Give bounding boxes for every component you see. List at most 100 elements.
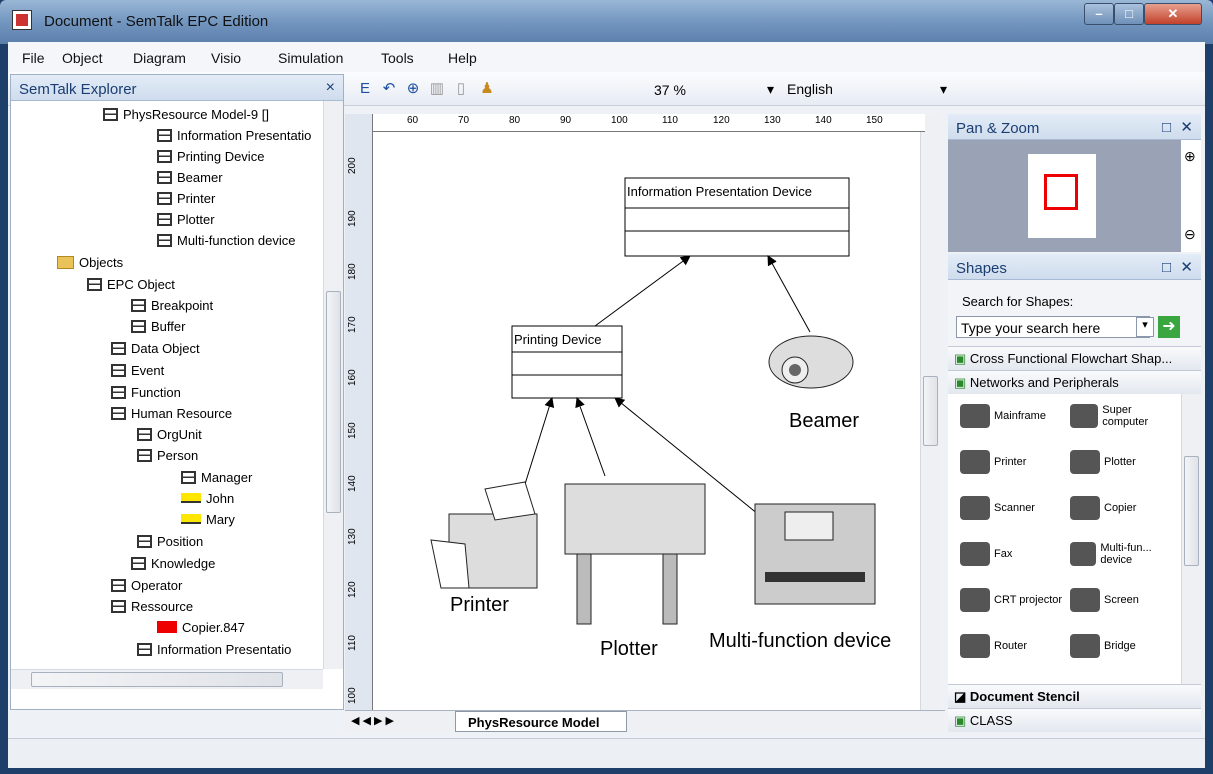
stencil-shape[interactable]: Mainframe: [960, 404, 1066, 428]
menu-diagram[interactable]: Diagram: [133, 50, 186, 66]
ruler-tick-label: 150: [866, 115, 883, 126]
tree-node[interactable]: Position: [137, 532, 203, 552]
tree-node[interactable]: Printing Device: [157, 147, 264, 167]
maximize-button[interactable]: □: [1114, 3, 1144, 25]
tab-physresource-model[interactable]: PhysResource Model: [455, 711, 627, 732]
tree-node-label: Knowledge: [151, 556, 216, 571]
layout-icon[interactable]: ▥: [428, 80, 446, 98]
tree-node[interactable]: Printer: [157, 189, 215, 209]
tree-node-label: Information Presentatio: [177, 128, 312, 143]
shapes-scroll-thumb[interactable]: [1184, 456, 1199, 566]
stencil-shape[interactable]: Super computer: [1070, 404, 1176, 428]
tree-node[interactable]: Human Resource: [111, 404, 232, 424]
shapes-vscroll[interactable]: [1181, 394, 1201, 684]
tree-node[interactable]: Mary: [181, 510, 235, 530]
tree-node[interactable]: Knowledge: [131, 554, 215, 574]
printing-device-label: Printing Device: [514, 332, 602, 347]
stencil-document[interactable]: ◪ Document Stencil: [948, 684, 1201, 708]
scroll-thumb[interactable]: [326, 291, 341, 513]
drawing-canvas[interactable]: Information Presentation Device Printing…: [345, 114, 940, 710]
tree-node[interactable]: Multi-function device: [157, 231, 296, 251]
stencil-shape[interactable]: Printer: [960, 450, 1066, 474]
tree-node[interactable]: Copier.847: [157, 618, 245, 638]
tree-node[interactable]: Data Object: [111, 339, 200, 359]
page-icon[interactable]: ▯: [452, 80, 470, 98]
shapes-title: Shapes: [956, 260, 1007, 277]
search-dropdown-icon[interactable]: ▾: [1136, 317, 1154, 337]
shapes-restore-icon[interactable]: □: [1162, 259, 1171, 276]
user-icon[interactable]: ♟: [478, 80, 496, 98]
tree-node[interactable]: PhysResource Model-9 []: [103, 105, 269, 125]
class-icon: [137, 535, 152, 548]
tree-node[interactable]: John: [181, 489, 234, 509]
panzoom-close-icon[interactable]: ✕: [1180, 118, 1193, 136]
tree-vscroll[interactable]: [323, 101, 343, 669]
language-select[interactable]: ▾ English ▾: [763, 78, 949, 100]
search-label: Search for Shapes:: [962, 294, 1074, 309]
stencil-shape[interactable]: Router: [960, 634, 1066, 658]
shapes-close-icon[interactable]: ✕: [1180, 258, 1193, 276]
pan-zoom-view[interactable]: [948, 140, 1181, 252]
stencil-shape[interactable]: Plotter: [1070, 450, 1176, 474]
zoom-in-icon[interactable]: ⊕: [1184, 148, 1196, 165]
menu-simulation[interactable]: Simulation: [278, 50, 343, 66]
plotter-icon[interactable]: [564, 483, 706, 625]
tree-hscroll[interactable]: [11, 669, 323, 689]
stencil-cross-functional[interactable]: ▣ Cross Functional Flowchart Shap...: [948, 346, 1201, 370]
menu-help[interactable]: Help: [448, 50, 477, 66]
minimize-button[interactable]: –: [1084, 3, 1114, 25]
stencil-shape[interactable]: Scanner: [960, 496, 1066, 520]
shape-label: Super computer: [1102, 404, 1149, 428]
tree-node[interactable]: Manager: [181, 468, 252, 488]
class-icon: [131, 299, 146, 312]
undo-icon[interactable]: ↶: [380, 80, 398, 98]
stencil-shape[interactable]: Multi-fun... device: [1070, 542, 1176, 566]
tree-node[interactable]: Person: [137, 446, 198, 466]
stencil-shape[interactable]: CRT projector: [960, 588, 1066, 612]
tree-node[interactable]: Event: [111, 361, 164, 381]
zoom-out-icon[interactable]: ⊖: [1184, 226, 1196, 243]
tree-node[interactable]: Objects: [57, 253, 123, 273]
hscroll-thumb[interactable]: [31, 672, 283, 687]
search-go-icon[interactable]: ➜: [1158, 316, 1180, 338]
stencil-shape[interactable]: Screen: [1070, 588, 1176, 612]
tree-node[interactable]: Buffer: [131, 317, 185, 337]
tree-node[interactable]: EPC Object: [87, 275, 175, 295]
stencil-shape[interactable]: Copier: [1070, 496, 1176, 520]
align-icon[interactable]: E: [356, 80, 374, 98]
class-icon: [157, 192, 172, 205]
tree-node[interactable]: Function: [111, 383, 181, 403]
zoom-icon[interactable]: ⊕: [404, 80, 422, 98]
tree-node[interactable]: Plotter: [157, 210, 215, 230]
stencil-networks[interactable]: ▣ Networks and Peripherals: [948, 370, 1201, 394]
tree-node[interactable]: Beamer: [157, 168, 223, 188]
menu-visio[interactable]: Visio: [211, 50, 241, 66]
tab-navigation[interactable]: ◀ ◀ ▶ ▶: [351, 714, 394, 727]
stencil-shape[interactable]: Fax: [960, 542, 1066, 566]
tree-node[interactable]: Information Presentatio: [157, 126, 311, 146]
menu-object[interactable]: Object: [62, 50, 102, 66]
explorer-close-icon[interactable]: ×: [326, 79, 335, 97]
panzoom-restore-icon[interactable]: □: [1162, 119, 1171, 136]
canvas-scroll-thumb[interactable]: [923, 376, 938, 446]
printer-icon[interactable]: [430, 481, 538, 589]
beamer-icon[interactable]: [768, 335, 854, 389]
inherit-arrow: [767, 255, 811, 333]
tree-node[interactable]: OrgUnit: [137, 425, 202, 445]
menu-file[interactable]: File: [22, 50, 45, 66]
class-icon: [131, 320, 146, 333]
menu-tools[interactable]: Tools: [381, 50, 414, 66]
close-button[interactable]: ✕: [1144, 3, 1202, 25]
stencil-class[interactable]: ▣ CLASS: [948, 708, 1201, 732]
tree-node[interactable]: Breakpoint: [131, 296, 213, 316]
zoom-level[interactable]: 37 %: [654, 82, 686, 98]
viewport-rect[interactable]: [1044, 174, 1078, 210]
tree-node[interactable]: Operator: [111, 576, 182, 596]
panzoom-header: Pan & Zoom □ ✕: [948, 114, 1201, 140]
tree-node[interactable]: Information Presentatio: [137, 640, 291, 660]
tree-node[interactable]: Ressource: [111, 597, 193, 617]
multifunction-device-icon[interactable]: [754, 503, 876, 605]
shape-search-input[interactable]: Type your search here: [956, 316, 1150, 338]
canvas-vscroll[interactable]: [920, 114, 940, 710]
stencil-shape[interactable]: Bridge: [1070, 634, 1176, 658]
